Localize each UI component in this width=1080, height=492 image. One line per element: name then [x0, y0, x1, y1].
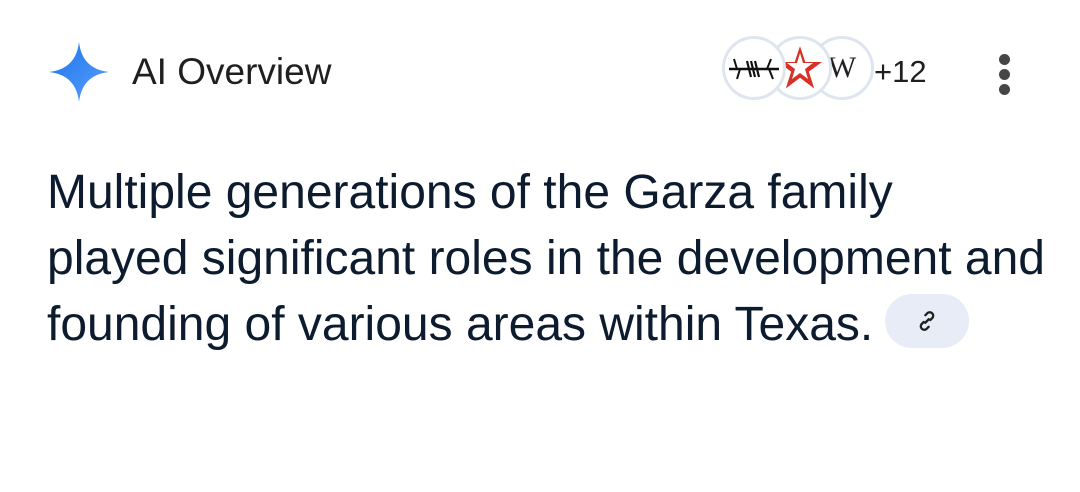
source-link-button[interactable]: [885, 294, 970, 349]
ai-overview-panel: AI Overview W +12 Multiple generations o…: [0, 0, 1080, 492]
menu-dot: [999, 69, 1010, 80]
link-icon: [919, 311, 935, 332]
barbed-wire-logo-icon[interactable]: [722, 36, 786, 100]
gemini-spark-icon: [49, 42, 109, 102]
menu-dot: [999, 84, 1010, 95]
menu-dot: [999, 54, 1010, 65]
more-vert-icon[interactable]: [984, 50, 1024, 98]
ai-overview-title: AI Overview: [132, 51, 332, 92]
ai-overview-body: Multiple generations of the Garza family…: [47, 160, 1047, 358]
source-avatars[interactable]: W: [718, 36, 978, 104]
more-sources-count[interactable]: +12: [874, 52, 927, 92]
ai-overview-header: AI Overview W +12: [0, 0, 1080, 140]
